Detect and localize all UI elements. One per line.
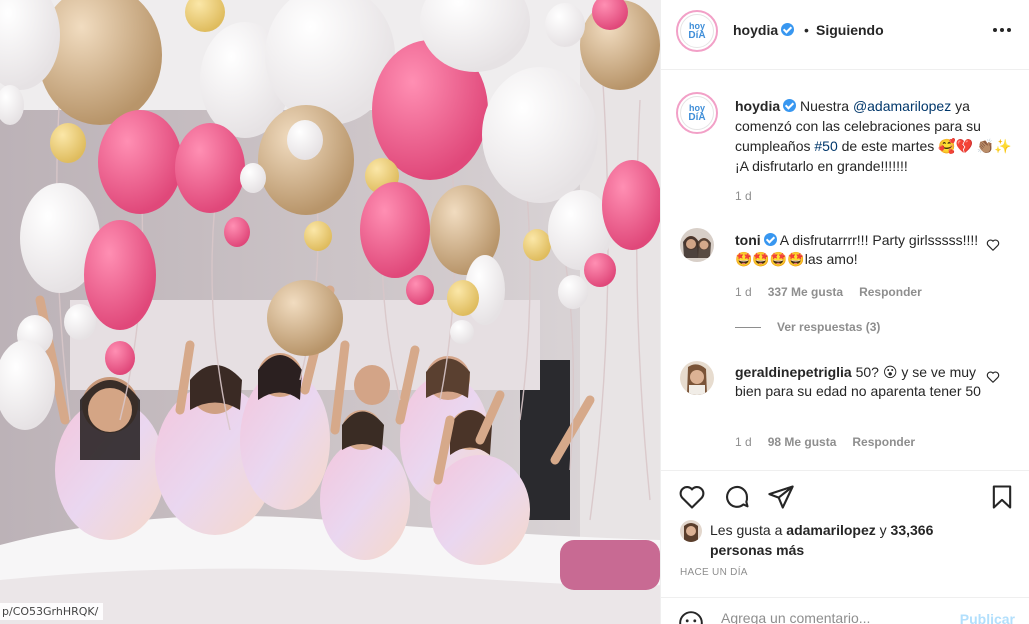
url-overlay: p/CO53GrhHRQK/ bbox=[0, 603, 104, 620]
caption-time: 1 d bbox=[735, 189, 752, 203]
likes-conjunction: y bbox=[879, 522, 887, 538]
comment-username[interactable]: geraldinepetriglia bbox=[735, 364, 852, 380]
comment-heart-icon[interactable] bbox=[986, 370, 1000, 384]
comment-time: 1 d bbox=[735, 285, 752, 299]
party-photo-illustration bbox=[0, 0, 660, 624]
post-actions-bar bbox=[661, 470, 1029, 522]
avatar-photo bbox=[680, 361, 714, 395]
following-button[interactable]: Siguiendo bbox=[816, 22, 884, 38]
hoydia-logo: hoy DíA bbox=[680, 96, 714, 130]
comment-avatar[interactable] bbox=[680, 228, 714, 262]
post-side-panel: hoy DíA hoydia • Siguiendo hoy DíA hoydi… bbox=[660, 0, 1029, 624]
verified-badge-icon bbox=[763, 233, 777, 246]
comment-likes[interactable]: 98 Me gusta bbox=[768, 435, 837, 449]
publish-button[interactable]: Publicar bbox=[960, 611, 1015, 624]
caption-text-start: Nuestra bbox=[800, 98, 850, 114]
avatar-photo bbox=[680, 520, 702, 542]
comment-time: 1 d bbox=[735, 435, 752, 449]
liker-avatar[interactable] bbox=[680, 520, 702, 542]
view-replies-label[interactable]: Ver respuestas (3) bbox=[777, 320, 880, 334]
post-timestamp[interactable]: HACE UN DÍA bbox=[680, 567, 748, 578]
author-avatar[interactable]: hoy DíA bbox=[676, 10, 718, 52]
logo-text-bottom: DíA bbox=[688, 112, 706, 123]
heart-icon[interactable] bbox=[678, 483, 706, 511]
hoydia-logo: hoy DíA bbox=[680, 14, 714, 48]
caption-avatar[interactable]: hoy DíA bbox=[676, 92, 718, 134]
reply-button[interactable]: Responder bbox=[859, 285, 922, 299]
bookmark-icon[interactable] bbox=[988, 483, 1016, 511]
author-username[interactable]: hoydia bbox=[733, 22, 778, 38]
paper-plane-icon[interactable] bbox=[767, 483, 795, 511]
author-username-link[interactable]: hoydia bbox=[733, 22, 795, 38]
separator-dot: • bbox=[804, 22, 809, 38]
post-header: hoy DíA hoydia • Siguiendo bbox=[661, 0, 1029, 70]
avatar-photo bbox=[680, 228, 714, 262]
comment-meta: 1 d 337 Me gusta Responder bbox=[735, 285, 922, 299]
post-caption: hoydia Nuestra @adamarilopez ya comenzó … bbox=[735, 96, 1015, 176]
post-photo[interactable]: p/CO53GrhHRQK/ bbox=[0, 0, 660, 624]
emoji-smile-icon[interactable] bbox=[678, 610, 704, 624]
caption-username[interactable]: hoydia bbox=[735, 98, 780, 114]
comment-username[interactable]: toni bbox=[735, 232, 761, 248]
comment-bubble-icon[interactable] bbox=[723, 483, 751, 511]
reply-button[interactable]: Responder bbox=[852, 435, 915, 449]
likes-prefix: Les gusta a bbox=[710, 522, 783, 538]
logo-text-bottom: DíA bbox=[688, 30, 706, 41]
caption-hashtag-link[interactable]: #50 bbox=[814, 138, 837, 154]
comment-input[interactable] bbox=[721, 610, 941, 624]
comment-meta: 1 d 98 Me gusta Responder bbox=[735, 435, 915, 449]
verified-badge-icon bbox=[783, 99, 797, 112]
comment-text-block: geraldinepetriglia 50? 😮 y se ve muy bie… bbox=[735, 363, 985, 401]
view-replies-button[interactable]: Ver respuestas (3) bbox=[735, 320, 880, 334]
comment-text-block: toni A disfrutarrrr!!! Party girlsssss!!… bbox=[735, 231, 985, 269]
verified-badge-icon bbox=[781, 23, 795, 36]
liker-username-link[interactable]: adamarilopez bbox=[786, 522, 875, 538]
caption-mention-link[interactable]: @adamarilopez bbox=[853, 98, 951, 114]
comment-avatar[interactable] bbox=[680, 361, 714, 395]
comment-likes[interactable]: 337 Me gusta bbox=[768, 285, 843, 299]
comment-heart-icon[interactable] bbox=[986, 238, 1000, 252]
replies-divider-line bbox=[735, 326, 761, 328]
likes-summary: Les gusta a adamarilopez y 33,366 person… bbox=[710, 520, 970, 560]
add-comment-bar: Publicar bbox=[661, 597, 1029, 624]
more-options-icon[interactable] bbox=[993, 28, 1011, 32]
